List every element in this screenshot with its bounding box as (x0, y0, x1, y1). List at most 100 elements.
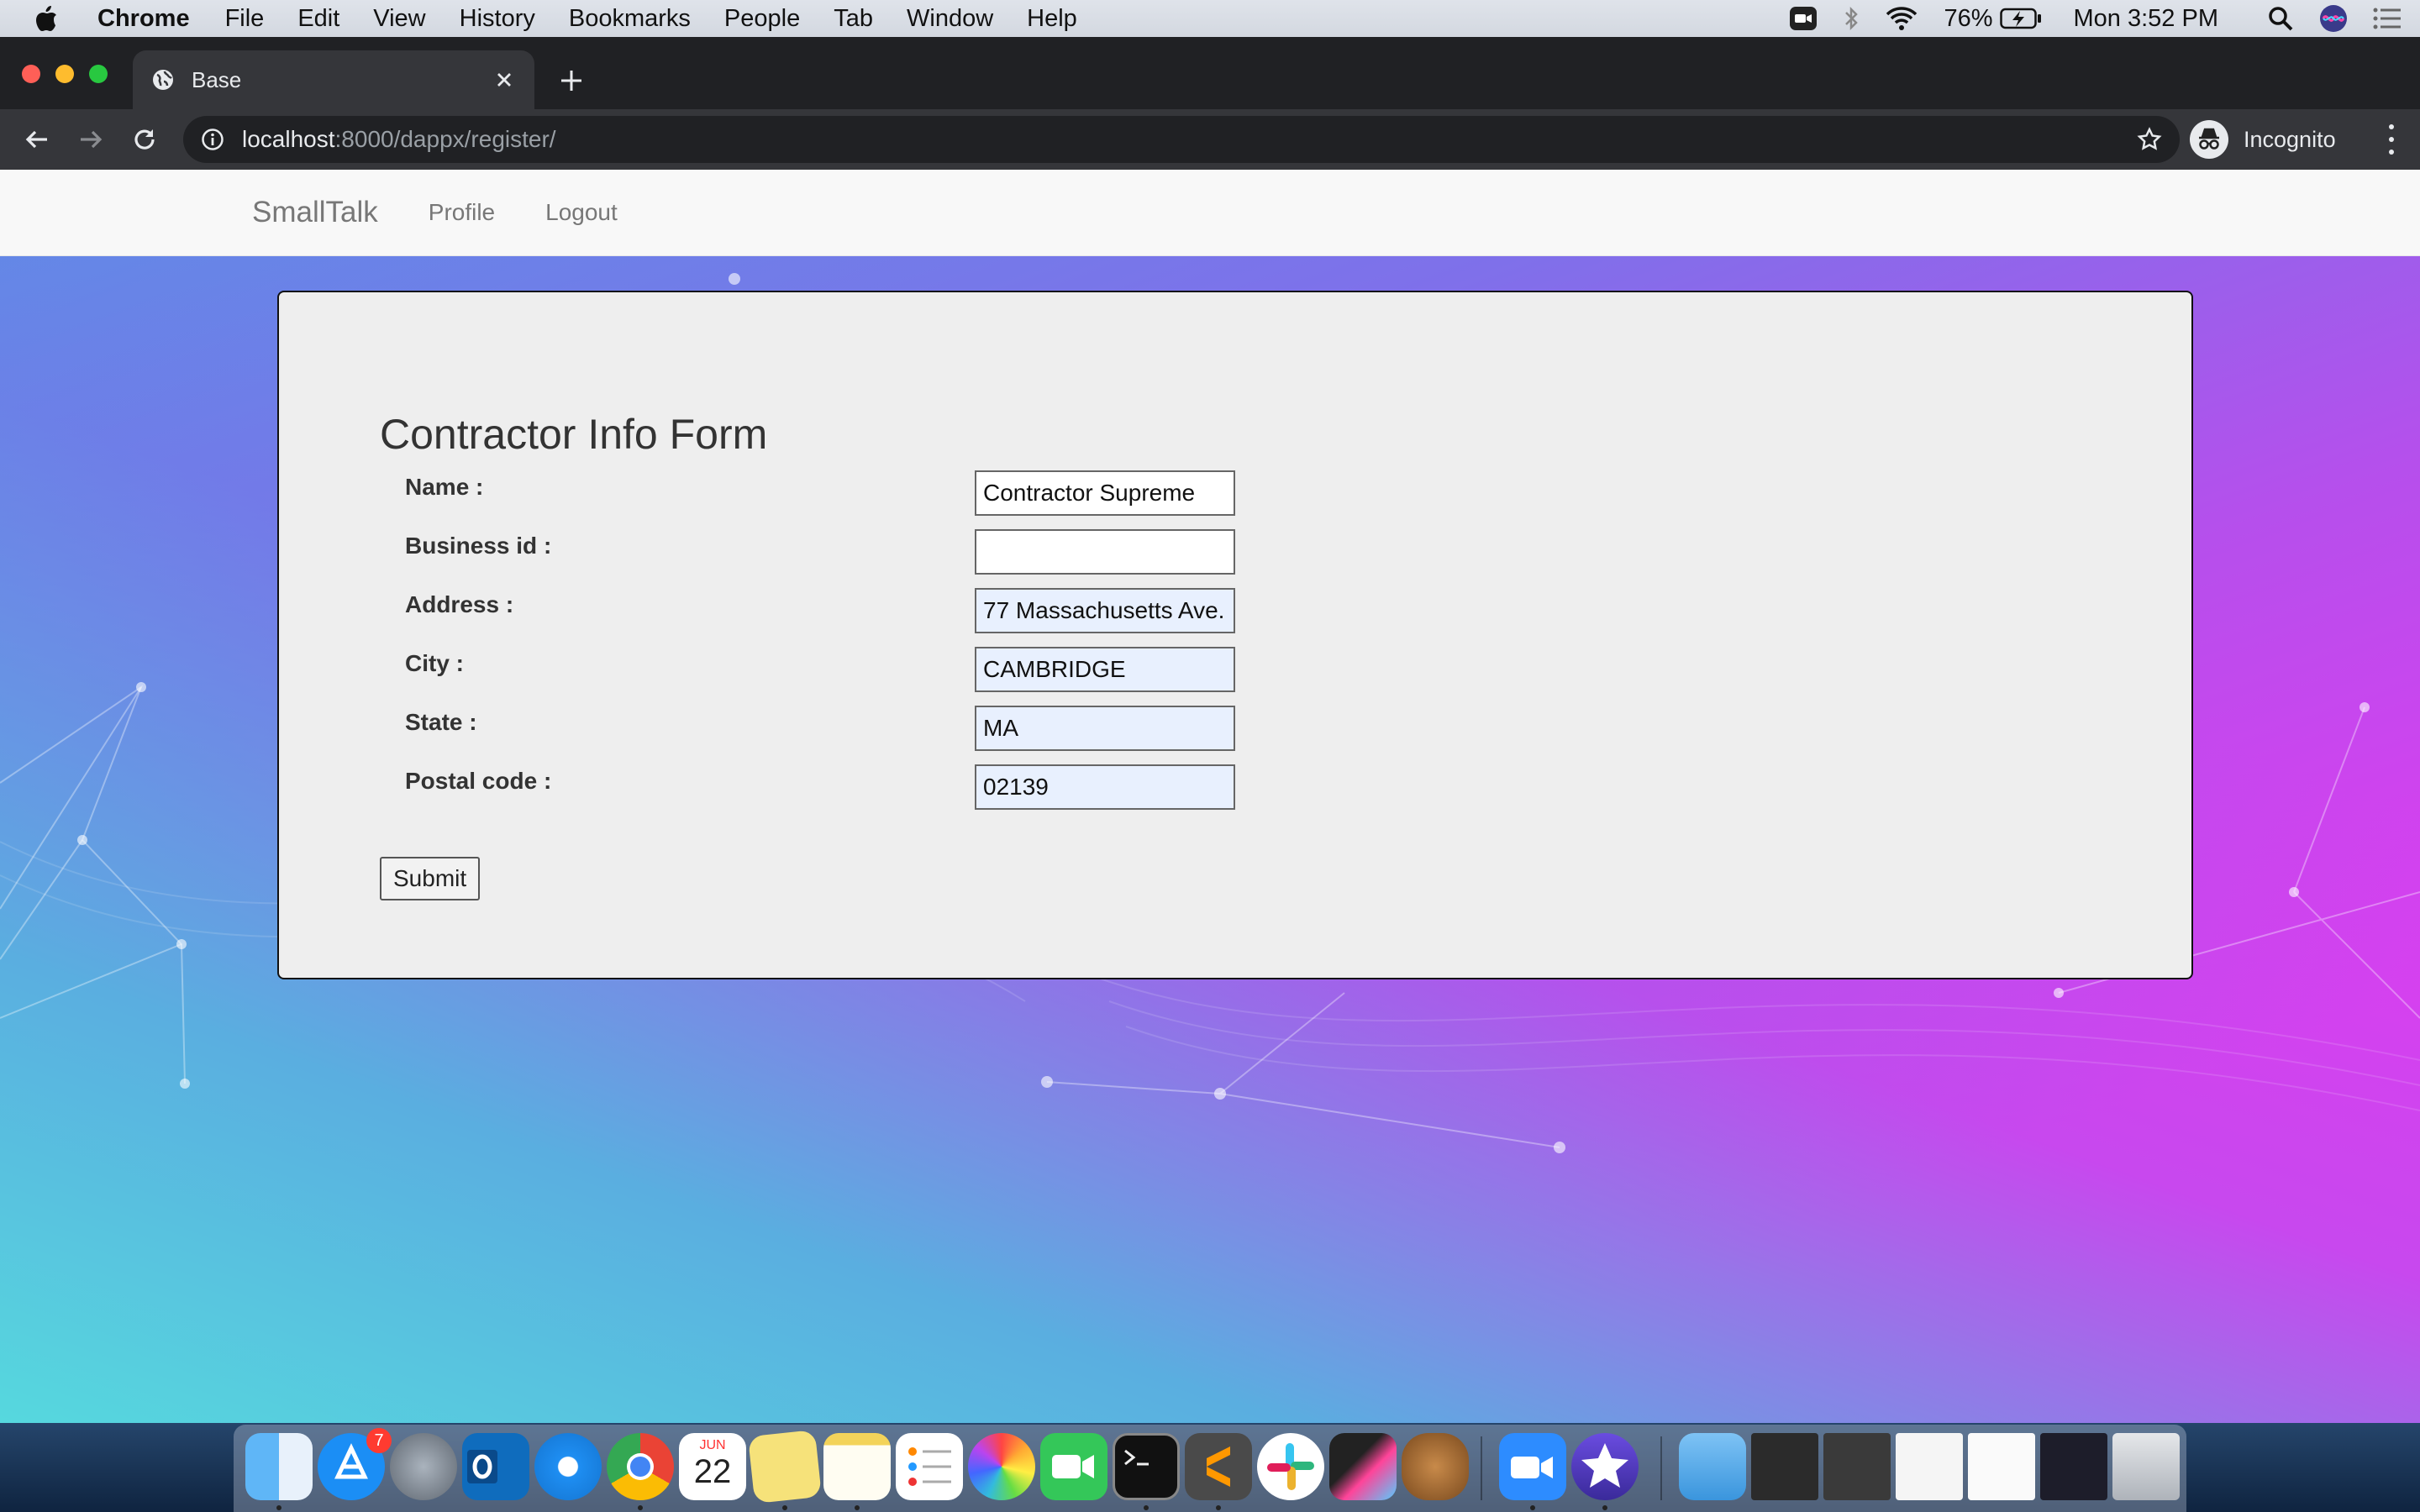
battery-percentage[interactable]: 76% (1944, 5, 1992, 33)
chrome-toolbar: localhost:8000/dappx/register/ Incognito (0, 109, 2420, 170)
globe-icon (151, 67, 176, 92)
outlook-icon[interactable] (462, 1433, 529, 1500)
running-indicator (1602, 1505, 1607, 1510)
window-thumbnail[interactable] (1823, 1433, 1891, 1500)
trash-icon[interactable] (2112, 1433, 2180, 1500)
app-store-badge: 7 (366, 1428, 392, 1453)
launchpad-icon[interactable] (390, 1433, 457, 1500)
reload-icon[interactable] (128, 123, 161, 156)
cyberduck-icon[interactable] (1402, 1433, 1469, 1500)
terminal-icon[interactable] (1113, 1433, 1180, 1500)
stickies-icon[interactable] (748, 1430, 822, 1504)
dock-separator (1481, 1436, 1482, 1500)
form-row-postal-code: Postal code : (405, 764, 1245, 813)
site-navbar: SmallTalk Profile Logout (0, 170, 2420, 256)
state-label: State : (405, 709, 477, 735)
url-path: :8000/dappx/register/ (334, 126, 556, 152)
site-brand-link[interactable]: SmallTalk (252, 196, 378, 229)
calendar-month: JUN (699, 1438, 726, 1452)
form-row-name: Name : (405, 470, 1245, 519)
battery-charging-icon[interactable] (1999, 8, 2042, 29)
spotlight-search-icon[interactable] (2267, 5, 2294, 32)
minimize-window-button[interactable] (55, 65, 74, 83)
photos-icon[interactable] (968, 1433, 1035, 1500)
zoom-icon[interactable] (1499, 1433, 1566, 1500)
sublime-text-icon[interactable] (1185, 1433, 1252, 1500)
reminders-icon[interactable] (896, 1433, 963, 1500)
city-label: City : (405, 650, 464, 676)
tab-title: Base (192, 66, 242, 92)
nav-logout-link[interactable]: Logout (545, 199, 618, 226)
finder-icon[interactable] (245, 1433, 313, 1500)
forward-arrow-icon[interactable] (74, 123, 108, 156)
facetime-icon[interactable] (1040, 1433, 1107, 1500)
url-text[interactable]: localhost:8000/dappx/register/ (242, 126, 556, 153)
chrome-icon[interactable] (607, 1433, 674, 1500)
nav-profile-link[interactable]: Profile (429, 199, 495, 226)
menu-history[interactable]: History (460, 5, 535, 33)
city-input[interactable] (975, 647, 1235, 692)
menu-help[interactable]: Help (1027, 5, 1077, 33)
app-store-icon[interactable]: 7 (318, 1428, 392, 1500)
notes-icon[interactable] (823, 1433, 891, 1500)
menu-people[interactable]: People (724, 5, 800, 33)
chrome-tab-strip: Base (0, 37, 2420, 109)
menu-edit[interactable]: Edit (297, 5, 339, 33)
name-label: Name : (405, 474, 484, 500)
address-input[interactable] (975, 588, 1235, 633)
form-row-address: Address : (405, 588, 1245, 637)
safari-icon[interactable] (534, 1433, 602, 1500)
business-id-label: Business id : (405, 533, 552, 559)
running-indicator (855, 1505, 860, 1510)
menu-view[interactable]: View (373, 5, 425, 33)
form-row-city: City : (405, 647, 1245, 696)
chrome-menu-icon[interactable] (2383, 124, 2400, 155)
menu-tab[interactable]: Tab (834, 5, 873, 33)
wifi-icon[interactable] (1885, 6, 1918, 31)
final-cut-icon[interactable] (1329, 1433, 1397, 1500)
zoom-status-icon[interactable] (1789, 6, 1818, 31)
address-bar[interactable]: localhost:8000/dappx/register/ (183, 116, 2180, 163)
postal-code-label: Postal code : (405, 768, 552, 794)
incognito-profile-button[interactable]: Incognito (2190, 118, 2336, 161)
running-indicator (1216, 1505, 1221, 1510)
calendar-icon[interactable]: JUN 22 (679, 1433, 746, 1500)
window-thumbnail[interactable] (1968, 1433, 2035, 1500)
running-indicator (638, 1505, 643, 1510)
bookmark-star-icon[interactable] (2136, 126, 2163, 153)
window-thumbnail[interactable] (2040, 1433, 2107, 1500)
zoom-window-button[interactable] (89, 65, 108, 83)
menu-window[interactable]: Window (907, 5, 993, 33)
menu-chrome[interactable]: Chrome (97, 5, 190, 33)
incognito-icon (2190, 120, 2228, 159)
bluetooth-icon[interactable] (1843, 5, 1860, 32)
new-tab-plus-icon[interactable] (555, 64, 588, 97)
siri-icon[interactable] (2319, 4, 2348, 33)
business-id-input[interactable] (975, 529, 1235, 575)
window-thumbnail[interactable] (1751, 1433, 1818, 1500)
macos-menu-bar: Chrome File Edit View History Bookmarks … (0, 0, 2420, 37)
close-tab-icon[interactable] (489, 65, 519, 95)
window-thumbnail[interactable] (1896, 1433, 1963, 1500)
browser-tab[interactable]: Base (133, 50, 534, 109)
site-info-icon[interactable] (200, 127, 225, 152)
menu-bookmarks[interactable]: Bookmarks (569, 5, 691, 33)
back-arrow-icon[interactable] (20, 123, 54, 156)
imovie-icon[interactable] (1571, 1433, 1639, 1500)
slack-icon[interactable] (1257, 1433, 1324, 1500)
submit-button[interactable]: Submit (380, 857, 481, 900)
name-input[interactable] (975, 470, 1235, 516)
web-page: SmallTalk Profile Logout Contractor Info… (0, 170, 2420, 1423)
downloads-folder-icon[interactable] (1679, 1433, 1746, 1500)
incognito-label: Incognito (2244, 126, 2336, 152)
state-input[interactable] (975, 706, 1235, 751)
running-indicator (1530, 1505, 1535, 1510)
macos-dock: 7 JUN 22 (234, 1425, 2186, 1512)
postal-code-input[interactable] (975, 764, 1235, 810)
menubar-clock[interactable]: Mon 3:52 PM (2074, 5, 2218, 33)
notification-center-icon[interactable] (2373, 7, 2402, 30)
close-window-button[interactable] (22, 65, 40, 83)
running-indicator (782, 1505, 787, 1510)
apple-menu-icon[interactable] (34, 4, 60, 33)
menu-file[interactable]: File (225, 5, 265, 33)
